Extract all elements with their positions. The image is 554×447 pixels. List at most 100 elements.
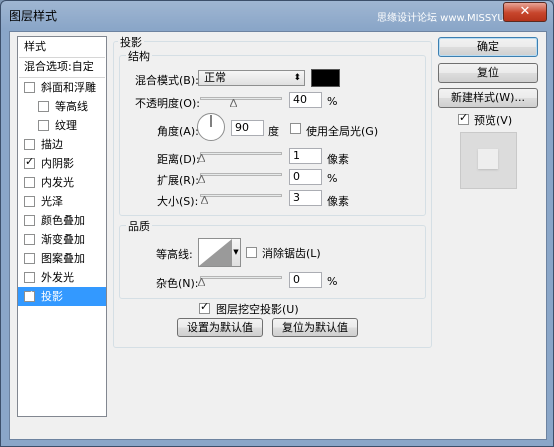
opacity-unit: % bbox=[327, 95, 338, 108]
noise-slider-thumb[interactable] bbox=[198, 278, 205, 286]
shadow-color-swatch[interactable] bbox=[311, 69, 340, 87]
inner-shadow-checkbox[interactable]: ✓ bbox=[24, 155, 35, 169]
color-overlay-checkbox[interactable] bbox=[24, 215, 35, 226]
blend-mode-select[interactable]: 正常 ⬍ bbox=[198, 70, 305, 86]
spread-unit: % bbox=[327, 172, 338, 185]
sidebar-item-satin[interactable]: 光泽 bbox=[18, 193, 106, 211]
stroke-checkbox[interactable] bbox=[24, 139, 35, 150]
make-default-button[interactable]: 设置为默认值 bbox=[177, 318, 263, 337]
angle-dial[interactable] bbox=[196, 112, 226, 145]
sidebar-item-bevel-emboss[interactable]: 斜面和浮雕 bbox=[18, 79, 106, 97]
size-input[interactable]: 3 bbox=[289, 190, 322, 206]
anti-alias-checkbox[interactable] bbox=[246, 247, 257, 258]
contour-checkbox[interactable] bbox=[38, 101, 49, 112]
contour-dropdown[interactable]: ▼ bbox=[232, 238, 241, 267]
distance-input[interactable]: 1 bbox=[289, 148, 322, 164]
preview-swatch bbox=[478, 149, 498, 169]
sidebar-item-label: 外发光 bbox=[41, 271, 74, 284]
sidebar-item-label: 斜面和浮雕 bbox=[41, 81, 96, 94]
sidebar-item-color-overlay[interactable]: 颜色叠加 bbox=[18, 212, 106, 230]
outer-glow-checkbox[interactable] bbox=[24, 272, 35, 283]
size-unit: 像素 bbox=[327, 195, 349, 208]
opacity-slider-thumb[interactable] bbox=[230, 99, 237, 107]
dialog-body: 样式 混合选项:自定 斜面和浮雕 等高线 纹理 描边 ✓ 内阴影 内发光 光泽 … bbox=[9, 31, 547, 440]
spread-slider-track[interactable] bbox=[200, 173, 282, 176]
close-icon: ✕ bbox=[519, 4, 531, 19]
global-light-checkbox[interactable] bbox=[290, 123, 301, 134]
texture-checkbox[interactable] bbox=[38, 120, 49, 131]
preview-label: 预览(V) bbox=[474, 114, 513, 127]
opacity-input[interactable]: 40 bbox=[289, 92, 322, 108]
sidebar-item-label: 纹理 bbox=[55, 119, 77, 132]
check-icon: ✓ bbox=[200, 300, 210, 313]
reset-default-button[interactable]: 复位为默认值 bbox=[272, 318, 358, 337]
sidebar-item-texture[interactable]: 纹理 bbox=[18, 117, 106, 135]
blend-mode-label: 混合模式(B): bbox=[135, 74, 199, 87]
angle-input[interactable]: 90 bbox=[231, 120, 264, 136]
check-icon: ✓ bbox=[25, 155, 35, 168]
satin-checkbox[interactable] bbox=[24, 196, 35, 207]
distance-unit: 像素 bbox=[327, 153, 349, 166]
close-button[interactable]: ✕ bbox=[503, 2, 547, 22]
sidebar-item-inner-glow[interactable]: 内发光 bbox=[18, 174, 106, 192]
noise-input[interactable]: 0 bbox=[289, 272, 322, 288]
contour-label: 等高线: bbox=[156, 248, 193, 261]
style-list-header-label: 样式 bbox=[24, 40, 46, 53]
sidebar-item-gradient-overlay[interactable]: 渐变叠加 bbox=[18, 231, 106, 249]
sidebar-item-inner-shadow[interactable]: ✓ 内阴影 bbox=[18, 155, 106, 173]
new-style-button[interactable]: 新建样式(W)... bbox=[438, 88, 538, 108]
drop-shadow-checkbox[interactable]: ✓ bbox=[24, 288, 35, 302]
distance-label: 距离(D): bbox=[157, 153, 200, 166]
global-light-label: 使用全局光(G) bbox=[306, 125, 379, 138]
contour-picker[interactable] bbox=[198, 238, 233, 267]
noise-label: 杂色(N): bbox=[156, 277, 199, 290]
inner-glow-checkbox[interactable] bbox=[24, 177, 35, 188]
gradient-overlay-checkbox[interactable] bbox=[24, 234, 35, 245]
distance-slider-track[interactable] bbox=[200, 152, 282, 155]
pattern-overlay-checkbox[interactable] bbox=[24, 253, 35, 264]
sidebar-item-label: 内发光 bbox=[41, 176, 74, 189]
style-list-header[interactable]: 样式 bbox=[18, 38, 106, 56]
chevron-up-down-icon: ⬍ bbox=[293, 73, 301, 83]
sidebar-item-contour[interactable]: 等高线 bbox=[18, 98, 106, 116]
spread-label: 扩展(R): bbox=[157, 174, 199, 187]
sidebar-item-label: 描边 bbox=[41, 138, 63, 151]
sidebar-item-label: 颜色叠加 bbox=[41, 214, 85, 227]
sidebar-item-pattern-overlay[interactable]: 图案叠加 bbox=[18, 250, 106, 268]
anti-alias-label: 消除锯齿(L) bbox=[262, 247, 321, 260]
blend-options-label: 混合选项:自定 bbox=[24, 60, 94, 73]
check-icon: ✓ bbox=[459, 111, 469, 124]
sidebar-item-stroke[interactable]: 描边 bbox=[18, 136, 106, 154]
sidebar-item-label: 等高线 bbox=[55, 100, 88, 113]
spread-input[interactable]: 0 bbox=[289, 169, 322, 185]
noise-slider-track[interactable] bbox=[200, 276, 282, 279]
divider bbox=[19, 77, 105, 78]
opacity-label: 不透明度(O): bbox=[135, 97, 200, 110]
bevel-emboss-checkbox[interactable] bbox=[24, 82, 35, 93]
distance-slider-thumb[interactable] bbox=[198, 154, 205, 162]
dialog-window: 图层样式 思缘设计论坛 www.MISSYUAN.COM ✕ 样式 混合选项:自… bbox=[0, 0, 554, 447]
blend-options-item[interactable]: 混合选项:自定 bbox=[18, 58, 106, 76]
preview-checkbox[interactable]: ✓ bbox=[458, 111, 469, 125]
sidebar-item-drop-shadow[interactable]: ✓ 投影 bbox=[18, 287, 106, 306]
knockout-checkbox[interactable]: ✓ bbox=[199, 300, 210, 314]
knockout-label: 图层挖空投影(U) bbox=[216, 303, 299, 316]
size-label: 大小(S): bbox=[157, 195, 199, 208]
sidebar-item-label: 光泽 bbox=[41, 195, 63, 208]
sidebar-item-outer-glow[interactable]: 外发光 bbox=[18, 269, 106, 287]
reset-button[interactable]: 复位 bbox=[438, 63, 538, 83]
size-slider-thumb[interactable] bbox=[201, 196, 208, 204]
noise-unit: % bbox=[327, 275, 338, 288]
opacity-slider-track[interactable] bbox=[200, 97, 282, 100]
ok-button[interactable]: 确定 bbox=[438, 37, 538, 57]
size-slider-track[interactable] bbox=[200, 194, 282, 197]
spread-slider-thumb[interactable] bbox=[198, 175, 205, 183]
quality-title: 品质 bbox=[126, 218, 152, 234]
title-bar[interactable]: 图层样式 思缘设计论坛 www.MISSYUAN.COM ✕ bbox=[1, 1, 553, 31]
structure-title: 结构 bbox=[126, 48, 152, 64]
check-icon: ✓ bbox=[25, 288, 35, 301]
sidebar-item-label: 投影 bbox=[41, 290, 63, 303]
sidebar-item-label: 渐变叠加 bbox=[41, 233, 85, 246]
style-preview-thumbnail bbox=[460, 132, 517, 189]
chevron-down-icon: ▼ bbox=[233, 248, 239, 256]
